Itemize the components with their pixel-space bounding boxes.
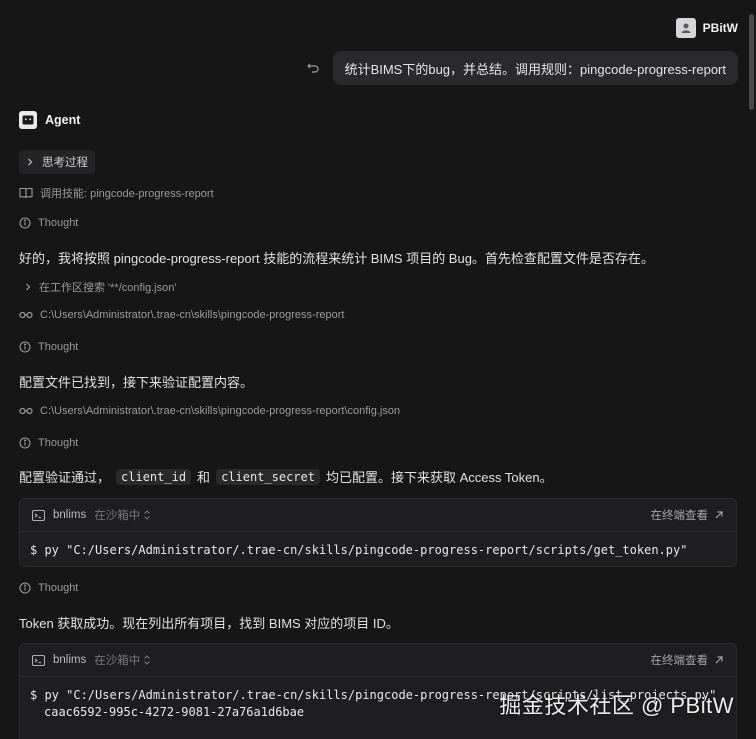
message-text: 和 bbox=[197, 470, 211, 485]
thought-row[interactable]: Thought bbox=[19, 437, 78, 449]
glasses-icon bbox=[19, 407, 33, 415]
info-icon bbox=[19, 341, 31, 353]
terminal-header: bnlims 在沙箱中 在终端查看 bbox=[20, 499, 736, 532]
watermark: 掘金技术社区 @ PBitW bbox=[499, 693, 734, 718]
chevron-updown-icon bbox=[144, 655, 151, 665]
sandbox-select[interactable]: 在沙箱中 bbox=[94, 652, 151, 668]
user-header: PBitW bbox=[675, 18, 738, 38]
undo-icon[interactable] bbox=[305, 60, 321, 76]
user-avatar-icon bbox=[675, 18, 696, 38]
thought-label: Thought bbox=[38, 437, 79, 449]
thought-label: Thought bbox=[38, 217, 79, 229]
terminal-command: $ py "C:/Users/Administrator/.trae-cn/sk… bbox=[30, 543, 688, 557]
skill-call-text: 调用技能: pingcode-progress-report bbox=[40, 188, 214, 200]
search-row[interactable]: 在工作区搜索 '**/config.json' bbox=[24, 279, 176, 295]
skill-call-row: 调用技能: pingcode-progress-report bbox=[19, 185, 214, 201]
view-path-row[interactable]: C:\Users\Administrator\.trae-cn\skills\p… bbox=[19, 309, 344, 321]
terminal-block: bnlims 在沙箱中 在终端查看 $ py "C:/Users/Adminis… bbox=[19, 498, 737, 567]
thought-row[interactable]: Thought bbox=[19, 582, 78, 594]
sandbox-label: 在沙箱中 bbox=[94, 510, 141, 522]
search-text: 在工作区搜索 '**/config.json' bbox=[39, 282, 177, 294]
arrow-up-right-icon bbox=[715, 656, 723, 664]
thinking-toggle-row: 思考过程 bbox=[19, 150, 95, 174]
sandbox-select[interactable]: 在沙箱中 bbox=[94, 507, 151, 523]
arrow-up-right-icon bbox=[715, 511, 723, 519]
agent-message: Token 获取成功。现在列出所有项目，找到 BIMS 对应的项目 ID。 bbox=[19, 616, 399, 631]
view-in-terminal-button[interactable]: 在终端查看 bbox=[651, 507, 725, 523]
thinking-label: 思考过程 bbox=[42, 157, 88, 169]
thinking-toggle[interactable]: 思考过程 bbox=[19, 150, 95, 174]
sandbox-label: 在沙箱中 bbox=[94, 655, 141, 667]
agent-message: 好的，我将按照 pingcode-progress-report 技能的流程来统… bbox=[19, 251, 654, 266]
info-icon bbox=[19, 437, 31, 449]
terminal-icon bbox=[32, 509, 45, 521]
path-text: C:\Users\Administrator\.trae-cn\skills\p… bbox=[40, 405, 401, 417]
view-in-terminal-label: 在终端查看 bbox=[650, 655, 709, 667]
agent-message: 配置文件已找到，接下来验证配置内容。 bbox=[19, 375, 254, 390]
message-text: 均已配置。接下来获取 Access Token。 bbox=[325, 470, 553, 485]
view-in-terminal-button[interactable]: 在终端查看 bbox=[651, 652, 725, 668]
thought-label: Thought bbox=[38, 341, 79, 353]
path-text: C:\Users\Administrator\.trae-cn\skills\p… bbox=[40, 309, 345, 321]
user-message-bubble: 统计BIMS下的bug，并总结。调用规则：pingcode-progress-r… bbox=[332, 51, 738, 85]
user-message-row: 统计BIMS下的bug，并总结。调用规则：pingcode-progress-r… bbox=[305, 51, 738, 85]
terminal-title: bnlims bbox=[53, 654, 87, 666]
chevron-right-icon bbox=[26, 158, 34, 166]
chevron-updown-icon bbox=[144, 510, 151, 520]
chevron-right-icon bbox=[24, 283, 32, 291]
info-icon bbox=[19, 582, 31, 594]
agent-message: 配置验证通过， client_id 和 client_secret 均已配置。接… bbox=[19, 467, 553, 486]
terminal-title: bnlims bbox=[53, 509, 87, 521]
terminal-output: $ py "C:/Users/Administrator/.trae-cn/sk… bbox=[20, 532, 736, 569]
terminal-icon bbox=[32, 654, 45, 666]
terminal-header: bnlims 在沙箱中 在终端查看 bbox=[20, 644, 736, 677]
info-icon bbox=[19, 217, 31, 229]
inline-code: client_id bbox=[116, 468, 192, 485]
book-icon bbox=[19, 187, 33, 199]
scrollbar[interactable] bbox=[749, 14, 754, 110]
thought-label: Thought bbox=[38, 582, 79, 594]
agent-icon bbox=[19, 111, 37, 129]
thought-row[interactable]: Thought bbox=[19, 341, 78, 353]
agent-name: Agent bbox=[45, 113, 81, 127]
user-name: PBitW bbox=[702, 21, 738, 35]
inline-code: client_secret bbox=[216, 468, 320, 485]
glasses-icon bbox=[19, 311, 33, 319]
view-in-terminal-label: 在终端查看 bbox=[650, 510, 709, 522]
view-path-row[interactable]: C:\Users\Administrator\.trae-cn\skills\p… bbox=[19, 405, 400, 417]
message-text: 配置验证通过， bbox=[19, 470, 111, 485]
thought-row[interactable]: Thought bbox=[19, 217, 78, 229]
agent-header: Agent bbox=[19, 111, 80, 129]
